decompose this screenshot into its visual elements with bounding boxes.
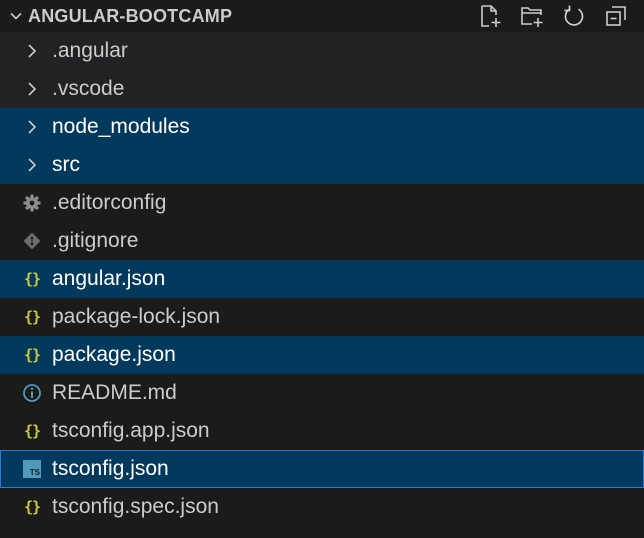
workspace-title: ANGULAR-BOOTCAMP xyxy=(28,5,233,26)
explorer-actions xyxy=(476,0,630,32)
folder-label: node_modules xyxy=(52,115,190,138)
file-tree: .angular .vscode node_modulessrc .editorcon… xyxy=(0,32,644,526)
file-label: README.md xyxy=(52,381,177,404)
json-braces-icon: {} xyxy=(18,336,46,374)
file-item-package-json[interactable]: {} package.json xyxy=(0,336,644,374)
file-item-readme-md[interactable]: README.md xyxy=(0,374,644,412)
file-label: tsconfig.json xyxy=(52,457,169,480)
file-label: tsconfig.app.json xyxy=(52,419,210,442)
chevron-down-icon[interactable] xyxy=(8,8,24,24)
explorer-header[interactable]: ANGULAR-BOOTCAMP xyxy=(0,0,644,32)
file-label: tsconfig.spec.json xyxy=(52,495,219,518)
folder-label: src xyxy=(52,153,80,176)
file-explorer: ANGULAR-BOOTCAMP .angular .vscode node_m… xyxy=(0,0,644,538)
file-item-tsconfig-spec-json[interactable]: {} tsconfig.spec.json xyxy=(0,488,644,526)
chevron-right-icon xyxy=(18,108,46,146)
refresh-icon[interactable] xyxy=(560,2,588,30)
json-braces-icon: {} xyxy=(18,412,46,450)
file-item-angular-json[interactable]: {} angular.json xyxy=(0,260,644,298)
json-braces-glyph: {} xyxy=(23,498,41,516)
folder-item-src[interactable]: src xyxy=(0,146,644,184)
chevron-right-icon xyxy=(18,70,46,108)
chevron-right-icon xyxy=(18,32,46,70)
info-icon xyxy=(18,374,46,412)
folder-label: .angular xyxy=(52,39,128,62)
new-file-icon[interactable] xyxy=(476,2,504,30)
json-braces-glyph: {} xyxy=(23,308,41,326)
json-braces-icon: {} xyxy=(18,298,46,336)
file-label: package.json xyxy=(52,343,176,366)
file-item-tsconfig-json[interactable]: TS tsconfig.json xyxy=(0,450,644,488)
folder-item-node-modules[interactable]: node_modules xyxy=(0,108,644,146)
folder-item-dot-angular[interactable]: .angular xyxy=(0,32,644,70)
file-label: .gitignore xyxy=(52,229,139,252)
file-label: angular.json xyxy=(52,267,166,290)
file-item-dot-editorconfig[interactable]: .editorconfig xyxy=(0,184,644,222)
file-label: package-lock.json xyxy=(52,305,221,328)
folder-label: .vscode xyxy=(52,77,125,100)
typescript-icon: TS xyxy=(18,450,46,488)
new-folder-icon[interactable] xyxy=(518,2,546,30)
git-icon xyxy=(18,222,46,260)
file-label: .editorconfig xyxy=(52,191,167,214)
file-item-dot-gitignore[interactable]: .gitignore xyxy=(0,222,644,260)
folder-item-dot-vscode[interactable]: .vscode xyxy=(0,70,644,108)
json-braces-icon: {} xyxy=(18,488,46,526)
file-item-package-lock-json[interactable]: {} package-lock.json xyxy=(0,298,644,336)
json-braces-icon: {} xyxy=(18,260,46,298)
json-braces-glyph: {} xyxy=(23,346,41,364)
json-braces-glyph: {} xyxy=(23,270,41,288)
json-braces-glyph: {} xyxy=(23,422,41,440)
file-item-tsconfig-app-json[interactable]: {} tsconfig.app.json xyxy=(0,412,644,450)
chevron-right-icon xyxy=(18,146,46,184)
gear-icon xyxy=(18,184,46,222)
typescript-badge: TS xyxy=(23,460,41,478)
collapse-all-icon[interactable] xyxy=(602,2,630,30)
